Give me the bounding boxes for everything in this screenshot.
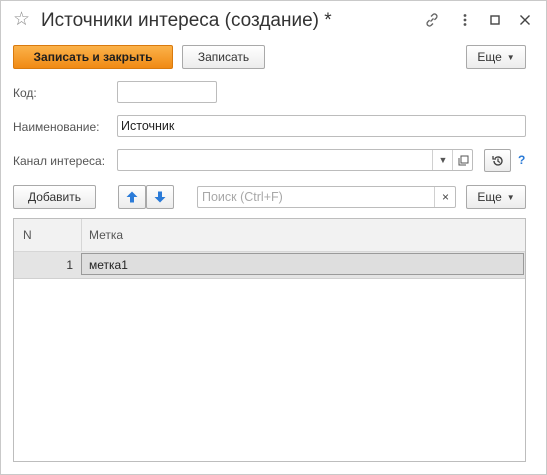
dropdown-arrow-icon[interactable]: ▼ [432,150,453,170]
star-icon[interactable]: ☆ [13,10,33,30]
row-label-cell[interactable]: метка1 [81,253,524,275]
caret-down-icon: ▼ [506,192,515,202]
maximize-icon[interactable] [486,11,504,29]
name-field[interactable]: Источник [117,115,526,137]
column-header-n[interactable]: N [14,219,82,251]
code-field[interactable] [117,81,217,103]
column-header-n-label: N [23,228,32,242]
move-down-button[interactable] [146,185,174,209]
caret-down-icon: ▼ [506,52,515,62]
history-button[interactable] [484,149,511,172]
column-header-label-text: Метка [89,228,124,242]
history-icon [491,156,503,166]
save-and-close-button[interactable]: Записать и закрыть [13,45,173,69]
open-form-icon[interactable] [452,150,473,170]
more-button-table[interactable]: Еще ▼ [466,185,526,209]
close-icon[interactable] [516,11,534,29]
channel-label: Канал интереса: [13,154,106,168]
window-title: Источники интереса (создание) * [41,10,332,31]
clear-search-icon[interactable]: × [434,187,456,207]
link-icon[interactable] [423,11,441,29]
table-row[interactable]: 1 метка1 [14,252,525,279]
channel-value [118,153,121,167]
more-button-top[interactable]: Еще ▼ [466,45,526,69]
channel-field[interactable]: ▼ [117,149,473,171]
add-button[interactable]: Добавить [13,185,96,209]
row-label: метка1 [89,258,128,272]
row-number: 1 [66,258,73,272]
table-header: N Метка [14,219,525,252]
help-icon[interactable]: ? [518,153,525,167]
arrow-down-icon [154,191,166,203]
save-button[interactable]: Записать [182,45,265,69]
labels-table[interactable]: N Метка 1 метка1 [13,218,526,462]
search-placeholder: Поиск (Ctrl+F) [202,190,283,204]
code-label: Код: [13,86,37,100]
search-input[interactable]: Поиск (Ctrl+F) × [197,186,456,208]
more-vertical-icon[interactable] [456,11,474,29]
more-button-table-label: Еще [477,190,502,204]
form-window: ☆ Источники интереса (создание) * Записа… [0,0,547,475]
move-up-button[interactable] [118,185,146,209]
more-button-top-label: Еще [477,50,502,64]
name-label: Наименование: [13,120,100,134]
arrow-up-icon [126,191,138,203]
